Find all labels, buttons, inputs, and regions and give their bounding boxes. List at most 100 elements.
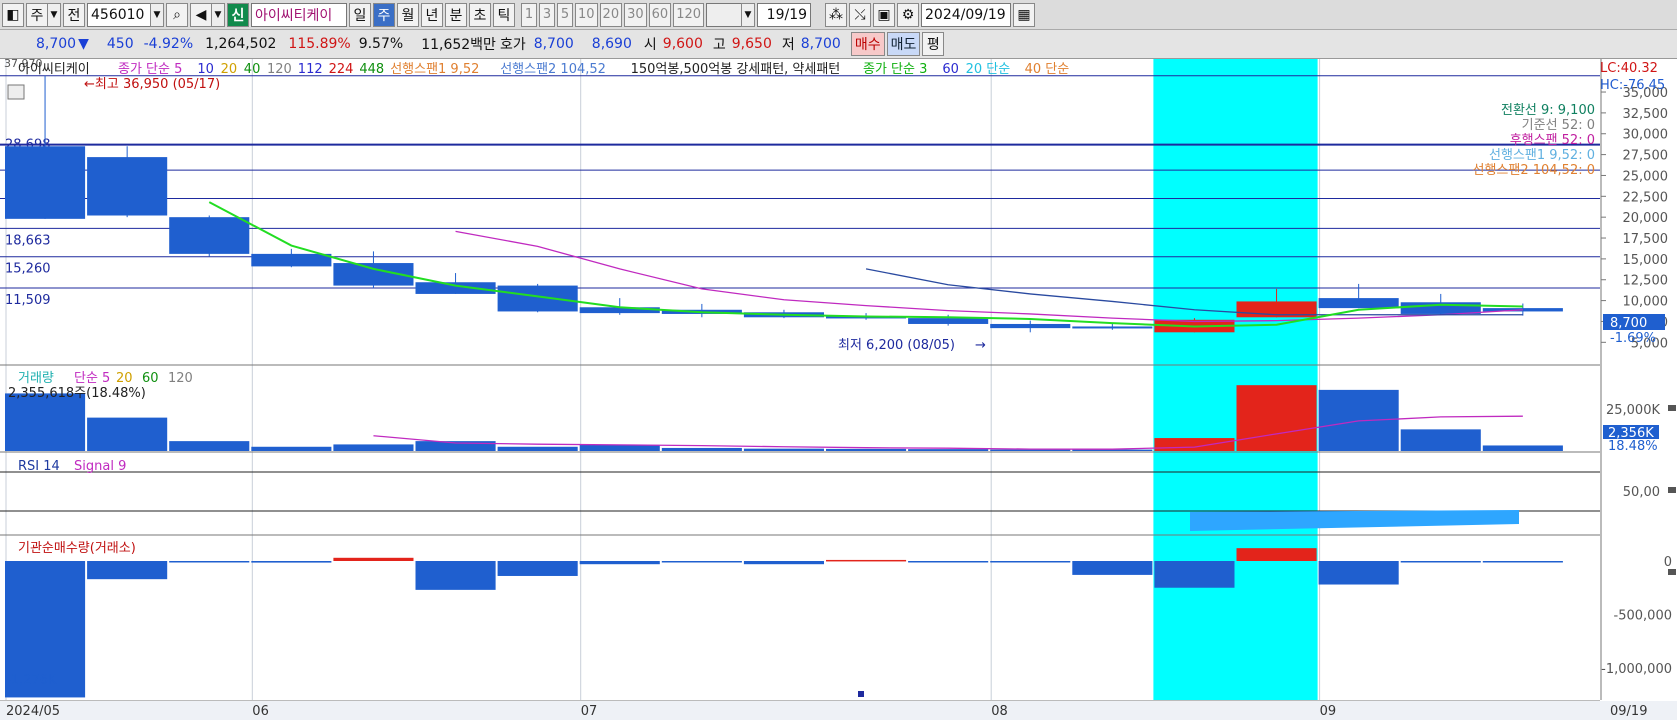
tick-tab-120[interactable]: 120 bbox=[673, 2, 705, 27]
crosshair-icon[interactable]: ⤯ bbox=[849, 2, 872, 27]
sell-button[interactable]: 매도 bbox=[886, 32, 921, 56]
low-note: 최저 6,200 (08/05) bbox=[838, 338, 955, 353]
volume-bar bbox=[661, 447, 742, 451]
volume-bar bbox=[743, 448, 824, 451]
period-tab-2[interactable]: 월 bbox=[397, 2, 419, 27]
candle-body bbox=[169, 217, 250, 254]
volume-tick-label: 25,000K bbox=[1606, 403, 1660, 418]
inst-tick-label: -500,000 bbox=[1614, 608, 1672, 623]
interval-dropdown-icon[interactable]: ▼ bbox=[741, 2, 756, 27]
tick-tab-1[interactable]: 1 bbox=[521, 2, 537, 27]
period-select[interactable]: 주 bbox=[26, 2, 48, 27]
count-field[interactable]: 19/19 bbox=[757, 2, 812, 27]
legend-item-11: 종가 단순 3 bbox=[863, 62, 927, 77]
sound-dropdown-icon[interactable]: ▼ bbox=[211, 2, 225, 27]
turnover-rate: 9.57% bbox=[358, 36, 404, 52]
ichimoku-label-4: 선행스팬2 104,52: 0 bbox=[1472, 162, 1595, 178]
price-tag: 8,700 bbox=[1610, 316, 1647, 331]
period-tab-4[interactable]: 분 bbox=[445, 2, 467, 27]
volume-bar bbox=[497, 446, 578, 451]
volume-bar bbox=[990, 449, 1071, 451]
calendar-icon[interactable]: ▦ bbox=[1013, 2, 1036, 27]
save-icon[interactable]: ▣ bbox=[873, 2, 896, 27]
tick-tab-20[interactable]: 20 bbox=[599, 2, 623, 27]
candle-body bbox=[1318, 298, 1399, 309]
period-tab-6[interactable]: 틱 bbox=[493, 2, 515, 27]
buy-button[interactable]: 매수 bbox=[850, 32, 885, 56]
legend-item-0: 종가 단순 5 bbox=[118, 62, 182, 77]
volume-pct-tag: 18.48% bbox=[1608, 439, 1658, 454]
inst-tick-label: 0 bbox=[1664, 555, 1672, 570]
price-tick-label: 30,000 bbox=[1623, 128, 1669, 143]
high-label: 고 bbox=[712, 37, 726, 53]
price-tick-label: 27,500 bbox=[1623, 149, 1669, 164]
legend-item-14: 40 단순 bbox=[1025, 62, 1070, 77]
tick-tab-10[interactable]: 10 bbox=[575, 2, 598, 27]
inst-bar bbox=[908, 561, 989, 563]
inst-tick-label: -1,000,000 bbox=[1601, 662, 1672, 677]
code-dropdown-icon[interactable]: ▼ bbox=[150, 2, 164, 27]
legend-item-9: 선행스팬2 104,52 bbox=[500, 61, 606, 77]
mode-button[interactable]: 전 bbox=[63, 2, 85, 27]
date-input[interactable]: 2024/09/19 bbox=[921, 2, 1012, 27]
period-tab-5[interactable]: 초 bbox=[469, 2, 491, 27]
layout-icon[interactable]: ◧ bbox=[2, 2, 24, 27]
volume-bar bbox=[579, 444, 660, 451]
candle-body bbox=[251, 253, 332, 267]
volume-title: 거래량 bbox=[18, 371, 54, 386]
stock-chart[interactable]: 35,00032,50030,00027,50025,00022,50020,0… bbox=[0, 59, 1677, 720]
legend-item-12: 60 bbox=[942, 62, 959, 77]
search-icon[interactable]: ⌕ bbox=[166, 2, 188, 27]
open-label: 시 bbox=[643, 37, 657, 53]
candle-type-icon[interactable]: ⁂ bbox=[825, 2, 848, 27]
price-tick-label: 17,500 bbox=[1623, 232, 1669, 247]
price-tick-label: 32,500 bbox=[1623, 107, 1669, 122]
inst-bar bbox=[333, 557, 414, 561]
low-label: 저 bbox=[781, 37, 795, 53]
ichimoku-label-3: 선행스팬1 9,52: 0 bbox=[1489, 147, 1595, 163]
legend-item-2: 20 bbox=[221, 62, 238, 77]
lc-label: LC:40.32 bbox=[1600, 61, 1658, 76]
period-tab-1[interactable]: 주 bbox=[373, 2, 395, 27]
open-price: 9,600 bbox=[662, 36, 703, 52]
candle-body bbox=[990, 323, 1071, 329]
low-price: 8,700 bbox=[800, 36, 841, 52]
inst-bar bbox=[990, 561, 1071, 563]
period-dropdown-icon[interactable]: ▼ bbox=[47, 2, 61, 27]
highlight-band bbox=[1153, 59, 1318, 700]
stock-code-input[interactable]: 456010 bbox=[87, 2, 151, 27]
ichimoku-label-1: 기준선 52: 0 bbox=[1522, 118, 1595, 133]
volume-bar bbox=[251, 446, 332, 451]
volume-bar bbox=[1154, 438, 1235, 451]
month-label: 2024/05 bbox=[6, 704, 60, 719]
volume-bar bbox=[87, 417, 168, 451]
volume-bar bbox=[169, 441, 250, 451]
period-tab-3[interactable]: 년 bbox=[421, 2, 443, 27]
eval-button[interactable]: 평 bbox=[922, 32, 945, 56]
interval-input[interactable] bbox=[706, 2, 743, 27]
period-tab-0[interactable]: 일 bbox=[349, 2, 371, 27]
candle-body bbox=[1072, 326, 1153, 329]
sound-icon[interactable]: ◀ bbox=[190, 2, 212, 27]
high-note: ←최고 36,950 (05/17) bbox=[84, 77, 220, 92]
candle-body bbox=[908, 318, 989, 324]
legend-item-13: 20 단순 bbox=[966, 62, 1011, 77]
high-price: 9,650 bbox=[731, 36, 772, 52]
volume-info: 2,355,618주(18.48%) bbox=[8, 386, 146, 401]
inst-bar bbox=[251, 561, 332, 563]
settings-icon[interactable]: ⚙ bbox=[897, 2, 920, 27]
ichimoku-label-2: 후행스팬 52: 0 bbox=[1510, 132, 1595, 148]
tick-tab-30[interactable]: 30 bbox=[624, 2, 647, 27]
candle-body bbox=[415, 282, 496, 294]
volume-bar bbox=[5, 393, 86, 451]
inst-bar bbox=[1154, 561, 1235, 588]
tick-tab-60[interactable]: 60 bbox=[648, 2, 672, 27]
tick-tab-3[interactable]: 3 bbox=[539, 2, 555, 27]
volume-bar bbox=[333, 444, 414, 451]
tick-tab-5[interactable]: 5 bbox=[557, 2, 573, 27]
inst-bar bbox=[1482, 561, 1563, 563]
stock-name-field[interactable]: 아이씨티케이 bbox=[251, 2, 347, 27]
month-label: 08 bbox=[991, 704, 1008, 719]
down-arrow-icon: ▼ bbox=[78, 36, 89, 52]
inst-bar bbox=[87, 561, 168, 580]
